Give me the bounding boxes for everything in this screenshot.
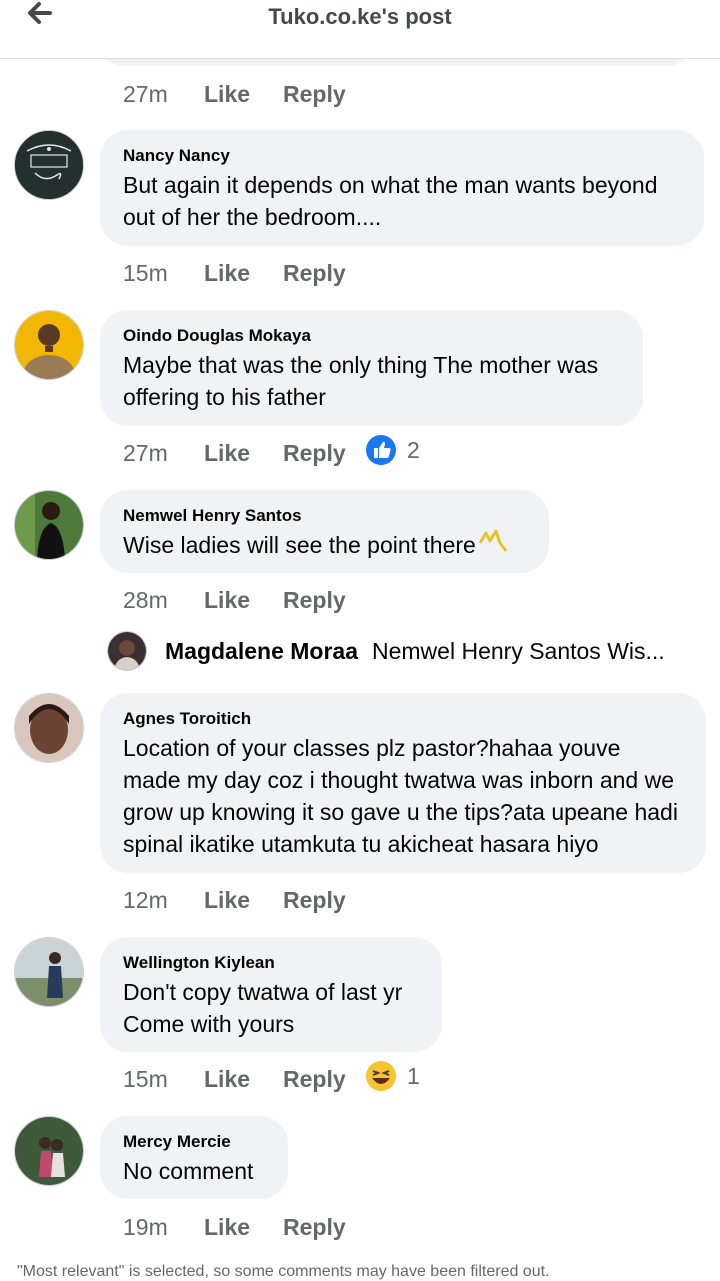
reply-button[interactable]: Reply xyxy=(283,887,346,914)
like-button[interactable]: Like xyxy=(204,260,283,287)
comment-actions: 15m Like Reply xyxy=(123,1064,346,1094)
avatar[interactable] xyxy=(14,310,84,380)
comment-time: 27m xyxy=(123,80,168,107)
comment-author[interactable]: Agnes Toroitich xyxy=(123,707,684,731)
thumbs-up-icon xyxy=(366,435,396,465)
comment-text: But again it depends on what the man wan… xyxy=(123,172,658,230)
comment-author[interactable]: Oindo Douglas Mokaya xyxy=(123,324,621,348)
comment-actions: 12m Like Reply xyxy=(123,885,346,915)
comment-bubble[interactable]: Oindo Douglas Mokaya Maybe that was the … xyxy=(100,310,643,426)
comment-actions: 15m Like Reply xyxy=(123,258,346,288)
laughing-face-icon xyxy=(366,1061,396,1091)
avatar[interactable] xyxy=(14,693,84,763)
nested-reply-preview[interactable]: Magdalene Moraa Nemwel Henry Santos Wis.… xyxy=(107,630,707,672)
comment-time: 15m xyxy=(123,1065,168,1092)
like-button[interactable]: Like xyxy=(204,81,283,108)
reply-button[interactable]: Reply xyxy=(283,260,346,287)
comment-time: 19m xyxy=(123,1213,168,1240)
comment-actions: 27m Like Reply xyxy=(123,79,346,109)
comment-time: 12m xyxy=(123,886,168,913)
avatar[interactable] xyxy=(14,490,84,560)
reply-button[interactable]: Reply xyxy=(283,1066,346,1093)
avatar-nemwel-image xyxy=(15,491,83,559)
post-header: Tuko.co.ke's post xyxy=(0,0,720,59)
comment-bubble[interactable]: Nemwel Henry Santos Wise ladies will see… xyxy=(100,490,549,573)
reply-author[interactable]: Magdalene Moraa xyxy=(165,638,358,665)
comment-bubble[interactable]: Agnes Toroitich Location of your classes… xyxy=(100,693,706,873)
avatar-agnes-image xyxy=(15,694,83,762)
comment-author[interactable]: Wellington Kiylean xyxy=(123,951,420,975)
like-button[interactable]: Like xyxy=(204,887,283,914)
page-title: Tuko.co.ke's post xyxy=(268,4,452,29)
comment-actions: 28m Like Reply xyxy=(123,585,346,615)
reaction-count: 1 xyxy=(407,1062,420,1089)
reply-preview-text: Nemwel Henry Santos Wis... xyxy=(372,637,665,664)
avatar[interactable] xyxy=(14,1116,84,1186)
comment-author[interactable]: Nancy Nancy xyxy=(123,144,682,168)
like-button[interactable]: Like xyxy=(204,1214,283,1241)
comment-text: No comment xyxy=(123,1158,254,1184)
like-button[interactable]: Like xyxy=(204,440,283,467)
filter-notice: "Most relevant" is selected, so some com… xyxy=(17,1263,550,1280)
avatar-wellington-image xyxy=(15,938,83,1006)
comment-actions: 19m Like Reply xyxy=(123,1212,346,1242)
reply-button[interactable]: Reply xyxy=(283,440,346,467)
comment-bubble[interactable]: Wellington Kiylean Don't copy twatwa of … xyxy=(100,937,442,1052)
avatar[interactable] xyxy=(14,130,84,200)
comment-text: Location of your classes plz pastor?haha… xyxy=(123,735,678,857)
avatar[interactable] xyxy=(14,937,84,1007)
reply-button[interactable]: Reply xyxy=(283,81,346,108)
reply-button[interactable]: Reply xyxy=(283,1214,346,1241)
yellow-sparkle-emoji-icon xyxy=(478,529,508,552)
comment-bubble[interactable]: Mercy Mercie No comment xyxy=(100,1116,288,1199)
comment-author[interactable]: Mercy Mercie xyxy=(123,1130,266,1154)
comment-time: 28m xyxy=(123,586,168,613)
comment-bubble[interactable]: Nancy Nancy But again it depends on what… xyxy=(100,130,704,246)
avatar[interactable] xyxy=(107,631,147,671)
avatar-magdalene-image xyxy=(108,632,146,670)
comment-text: Wise ladies will see the point there xyxy=(123,529,527,561)
comment-author[interactable]: Nemwel Henry Santos xyxy=(123,504,527,528)
like-button[interactable]: Like xyxy=(204,1066,283,1093)
comment-time: 15m xyxy=(123,259,168,286)
reaction-summary[interactable]: 2 xyxy=(365,434,420,466)
avatar-mercy-image xyxy=(15,1117,83,1185)
reaction-count: 2 xyxy=(407,436,420,463)
comment-text: Maybe that was the only thing The mother… xyxy=(123,352,599,410)
avatar-nancy-image xyxy=(15,131,83,199)
comment-time: 27m xyxy=(123,439,168,466)
reaction-summary[interactable]: 1 xyxy=(365,1060,420,1092)
avatar-oindo-image xyxy=(15,311,83,379)
like-button[interactable]: Like xyxy=(204,587,283,614)
comment-text: Don't copy twatwa of last yr Come with y… xyxy=(123,979,403,1037)
comment-actions: 27m Like Reply xyxy=(123,438,346,468)
reply-button[interactable]: Reply xyxy=(283,587,346,614)
comment-text-content: Wise ladies will see the point there xyxy=(123,532,476,558)
